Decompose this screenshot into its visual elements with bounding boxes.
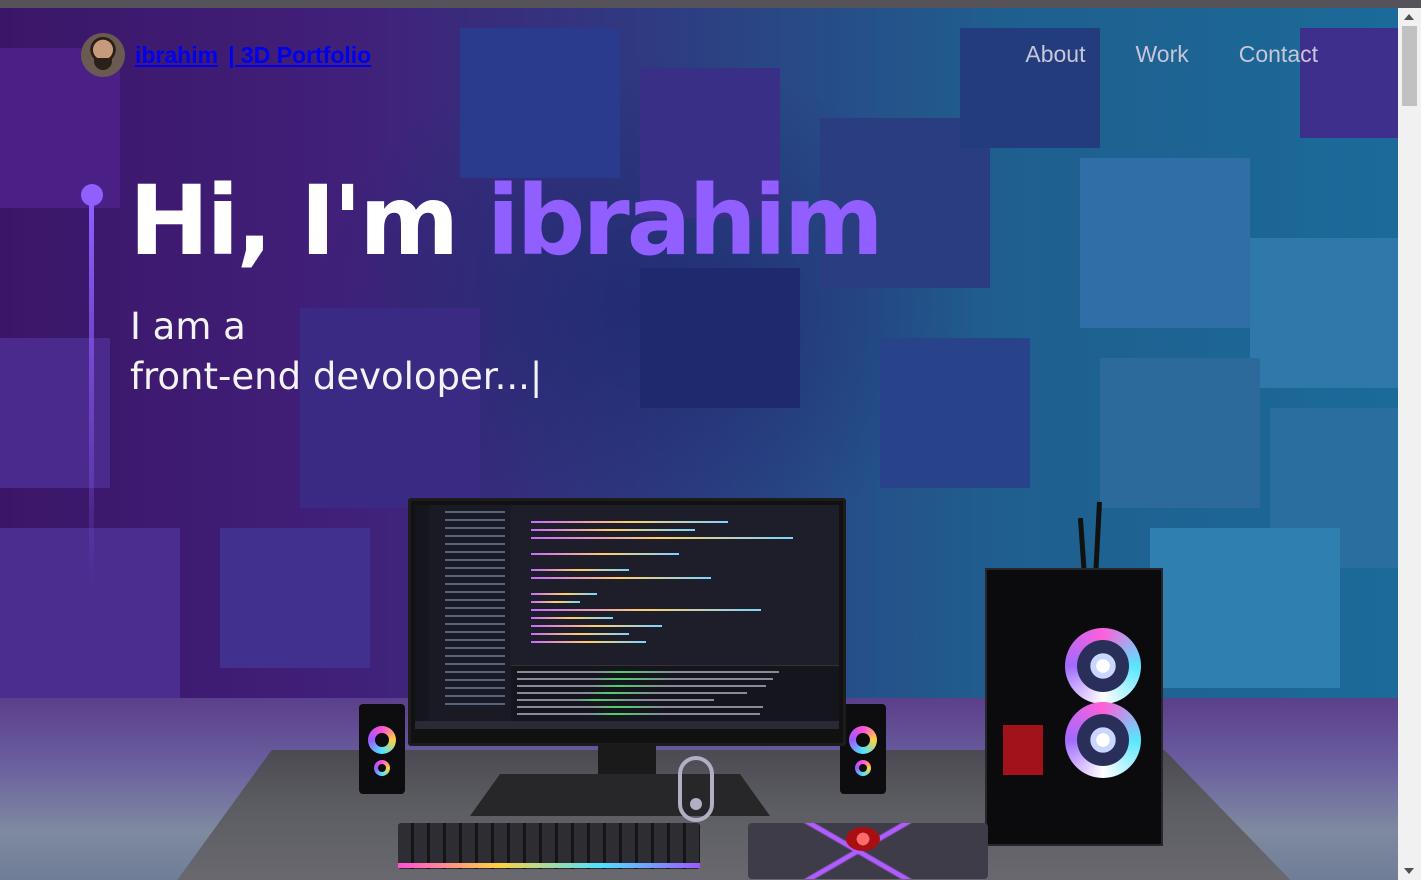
hero-canvas-background <box>0 8 1398 880</box>
hero-name: ibrahim <box>486 165 884 277</box>
chevron-up-icon[interactable] <box>1404 14 1414 20</box>
fan-icon <box>1065 702 1141 778</box>
left-speaker <box>359 704 405 794</box>
scroll-mouse-icon[interactable] <box>678 756 714 822</box>
window-top-border <box>0 0 1421 8</box>
scrollbar-thumb[interactable] <box>1402 26 1417 106</box>
hero-greeting: Hi, I'm <box>129 165 487 277</box>
page-scrollbar[interactable] <box>1398 8 1421 880</box>
brand-name: ibrahim <box>135 41 219 68</box>
nav-link-work[interactable]: Work <box>1135 41 1188 68</box>
hero-heading: Hi, I'm ibrahim <box>129 164 884 279</box>
fan-icon <box>1065 628 1141 704</box>
brand-link[interactable]: ibrahim | 3D Portfolio <box>81 33 371 77</box>
hero-subtitle-line1: I am a <box>130 305 246 348</box>
monitor-stand <box>598 744 656 778</box>
nav-link-contact[interactable]: Contact <box>1239 41 1318 68</box>
hero-subtitle: I am a front-end devoloper...| <box>130 302 542 402</box>
right-speaker <box>840 704 886 794</box>
nav-links: About Work Contact <box>1025 41 1318 68</box>
chevron-down-icon[interactable] <box>1404 868 1414 874</box>
nav-link-about[interactable]: About <box>1025 41 1085 68</box>
mouse <box>846 827 880 851</box>
computer-monitor <box>408 498 846 746</box>
hero-subtitle-line2: front-end devoloper...| <box>130 355 543 398</box>
navbar: ibrahim | 3D Portfolio About Work Contac… <box>0 8 1398 88</box>
avatar <box>81 33 125 77</box>
monitor-base <box>470 774 770 816</box>
pc-tower <box>985 568 1163 846</box>
scroll-dot <box>690 798 702 810</box>
hero-timeline-line <box>89 204 94 589</box>
brand-subtitle: | 3D Portfolio <box>228 41 372 68</box>
code-editor-screen <box>415 505 839 729</box>
hero-timeline-dot <box>81 184 103 206</box>
